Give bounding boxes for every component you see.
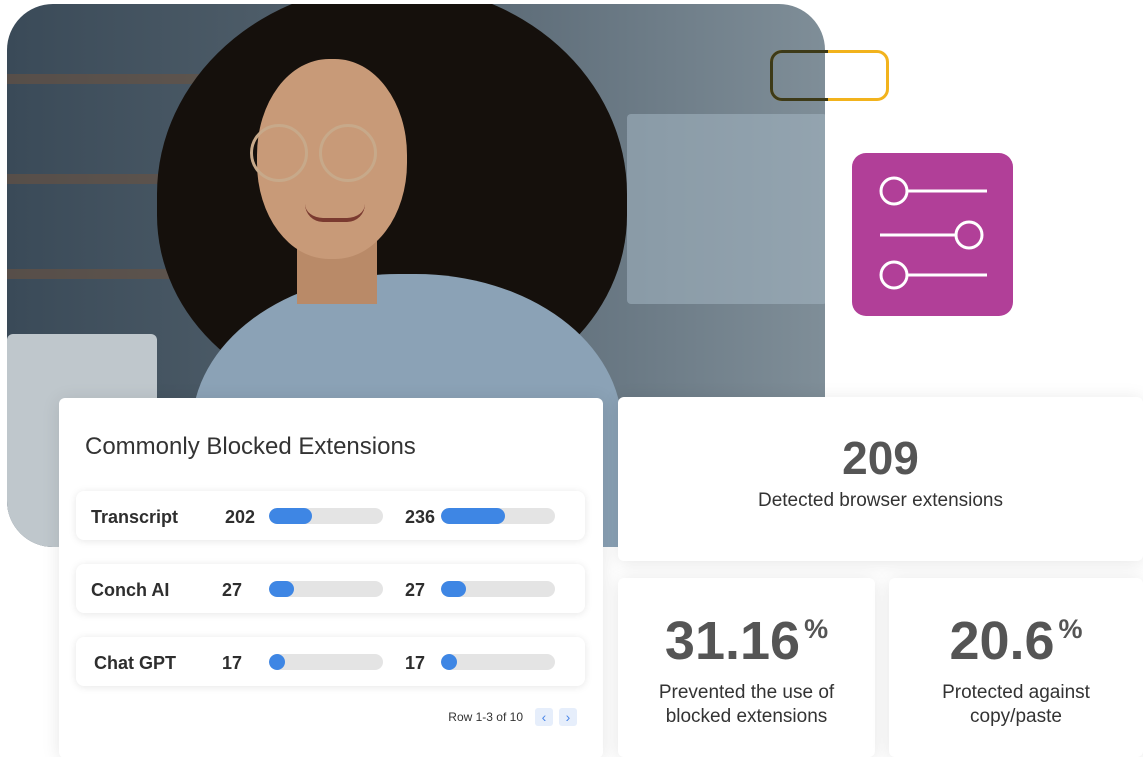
chevron-right-icon[interactable]: › (559, 708, 577, 726)
extension-count-a: 17 (222, 653, 243, 673)
progress-bar-a (269, 581, 383, 597)
progress-fill (441, 508, 505, 524)
extension-row[interactable]: Chat GPT 17 17 (76, 637, 585, 686)
decorative-outline-box (770, 50, 889, 101)
percent-sign: % (804, 614, 829, 644)
protected-value-wrap: 20.6% (889, 610, 1143, 672)
chevron-left-icon[interactable]: ‹ (535, 708, 553, 726)
prevented-value: 31.16 (664, 611, 801, 671)
detected-label: Detected browser extensions (757, 490, 1003, 511)
extension-count-b: 236 (405, 507, 436, 527)
extension-count-b: 17 (405, 653, 426, 673)
extension-name: Chat GPT (94, 653, 177, 673)
card-title: Commonly Blocked Extensions (85, 433, 416, 460)
glasses-lens (250, 124, 308, 182)
extension-name: Conch AI (91, 580, 170, 600)
extension-count-a: 202 (225, 507, 256, 527)
protected-label: Protected against copy/paste (942, 682, 1090, 727)
prevented-label: Prevented the use of blocked extensions (658, 682, 835, 727)
pagination-label: Row 1-3 of 10 (448, 710, 523, 724)
decorative-outline-shade (770, 50, 828, 101)
smile (305, 204, 365, 222)
blocked-extensions-card: Commonly Blocked Extensions Transcript 2… (59, 398, 603, 757)
extension-count-b: 27 (405, 580, 426, 600)
prevented-value-wrap: 31.16% (618, 610, 875, 672)
progress-bar-a (269, 654, 383, 670)
progress-fill (441, 654, 457, 670)
percent-sign: % (1058, 614, 1083, 644)
glasses-lens (319, 124, 377, 182)
protected-value: 20.6 (949, 611, 1055, 671)
progress-bar-b (441, 654, 555, 670)
progress-fill (269, 654, 285, 670)
prevented-card: 31.16% Prevented the use of blocked exte… (618, 578, 875, 757)
detected-count: 209 (842, 432, 919, 484)
extension-name: Transcript (91, 507, 179, 527)
progress-bar-b (441, 581, 555, 597)
extension-count-a: 27 (222, 580, 243, 600)
progress-bar-b (441, 508, 555, 524)
sliders-icon (879, 176, 987, 290)
settings-tile (852, 153, 1013, 316)
progress-bar-a (269, 508, 383, 524)
detected-extensions-card: 209 Detected browser extensions (618, 397, 1143, 561)
extension-row[interactable]: Transcript 202 236 (76, 491, 585, 540)
protected-card: 20.6% Protected against copy/paste (889, 578, 1143, 757)
progress-fill (269, 508, 313, 524)
extension-row[interactable]: Conch AI 27 27 (76, 564, 585, 613)
pagination: Row 1-3 of 10 ‹ › (448, 708, 577, 726)
progress-fill (441, 581, 467, 597)
progress-fill (269, 581, 295, 597)
background-window (627, 114, 825, 304)
